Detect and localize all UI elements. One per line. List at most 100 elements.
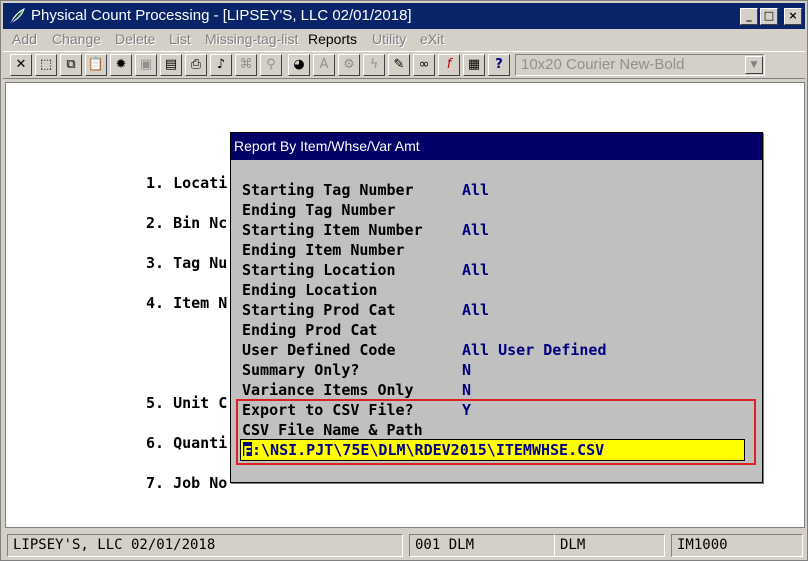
- chevron-down-icon[interactable]: ▼: [745, 56, 763, 74]
- function-button[interactable]: f: [438, 54, 460, 76]
- close-icon: ×: [788, 9, 798, 22]
- print-icon: ⎙: [190, 57, 202, 72]
- document-icon: ▤: [164, 57, 178, 72]
- binoculars-button[interactable]: ⌘: [235, 54, 257, 76]
- menu-change[interactable]: Change: [52, 31, 101, 47]
- paste-icon: 📋: [87, 57, 105, 72]
- select-rect-icon: ⬚: [39, 57, 53, 72]
- lightning-button[interactable]: ϟ: [363, 54, 385, 76]
- close-x-button[interactable]: ✕: [10, 54, 32, 76]
- field-value[interactable]: N: [462, 361, 471, 379]
- document-button[interactable]: ▤: [160, 54, 182, 76]
- field-label: Variance Items Only: [242, 381, 414, 399]
- copy-icon: ⧉: [66, 57, 76, 72]
- application-window: Physical Count Processing - [LIPSEY'S, L…: [0, 0, 808, 561]
- field-label: User Defined Code: [242, 341, 396, 359]
- edit-page-icon: ✎: [393, 57, 405, 72]
- stamp-button[interactable]: ⚙: [338, 54, 360, 76]
- menu-option-4[interactable]: 4. Item N: [146, 294, 227, 312]
- field-label: Summary Only?: [242, 361, 360, 379]
- field-label: Ending Item Number: [242, 241, 405, 259]
- globe-icon: ◕: [293, 57, 305, 72]
- bell-button[interactable]: ♪: [210, 54, 232, 76]
- globe-button[interactable]: ◕: [288, 54, 310, 76]
- field-value[interactable]: N: [462, 381, 471, 399]
- export-csv-label: Export to CSV File?: [242, 401, 414, 419]
- copy-button[interactable]: ⧉: [60, 54, 82, 76]
- csv-path-input[interactable]: F:\NSI.PJT\75E\DLM\RDEV2015\ITEMWHSE.CSV: [240, 439, 745, 461]
- export-csv-value[interactable]: Y: [462, 401, 471, 419]
- csv-path-label: CSV File Name & Path: [242, 421, 423, 439]
- settings-button[interactable]: ✹: [110, 54, 132, 76]
- report-dialog: Report By Item/Whse/Var Amt Starting Tag…: [230, 132, 763, 483]
- menu-exit[interactable]: eXit: [420, 31, 444, 47]
- stamp-icon: ⚙: [343, 57, 355, 72]
- font-selector[interactable]: 10x20 Courier New-Bold ▼: [515, 54, 765, 76]
- csv-path-value: :\NSI.PJT\75E\DLM\RDEV2015\ITEMWHSE.CSV: [252, 441, 605, 459]
- maximize-button[interactable]: □: [760, 8, 778, 25]
- link-button[interactable]: ∞: [413, 54, 435, 76]
- field-label: Starting Item Number: [242, 221, 423, 239]
- menu-list[interactable]: List: [169, 31, 191, 47]
- field-value[interactable]: All: [462, 301, 489, 319]
- menu-option-6[interactable]: 6. Quanti: [146, 434, 227, 452]
- font-a-icon: A: [319, 57, 329, 72]
- menu-option-7[interactable]: 7. Job No: [146, 474, 227, 492]
- minimize-button[interactable]: _: [740, 8, 758, 25]
- binoculars-icon: ⌘: [239, 57, 253, 72]
- feather-app-icon: [10, 8, 25, 24]
- menu-bar: Add Change Delete List Missing-tag-list …: [3, 29, 805, 51]
- status-bar: LIPSEY'S, LLC 02/01/2018 001 DLM DLM IM1…: [3, 530, 807, 560]
- font-selector-value: 10x20 Courier New-Bold: [521, 56, 685, 73]
- title-bar[interactable]: Physical Count Processing - [LIPSEY'S, L…: [3, 3, 805, 29]
- field-label: Starting Tag Number: [242, 181, 414, 199]
- field-label: Ending Location: [242, 281, 378, 299]
- field-value[interactable]: All User Defined: [462, 341, 607, 359]
- field-label: Starting Prod Cat: [242, 301, 396, 319]
- menu-missing-tag-list[interactable]: Missing-tag-list: [205, 31, 298, 47]
- menu-option-2[interactable]: 2. Bin Nc: [146, 214, 227, 232]
- field-label: Starting Location: [242, 261, 396, 279]
- text-cursor: F: [243, 442, 252, 461]
- menu-option-3[interactable]: 3. Tag Nu: [146, 254, 227, 272]
- edit-page-button[interactable]: ✎: [388, 54, 410, 76]
- field-value[interactable]: All: [462, 261, 489, 279]
- link-icon: ∞: [418, 57, 430, 72]
- status-company: LIPSEY'S, LLC 02/01/2018: [7, 534, 403, 557]
- maximize-icon: □: [763, 9, 775, 22]
- field-label: Ending Tag Number: [242, 201, 396, 219]
- menu-reports[interactable]: Reports: [308, 31, 357, 47]
- help-pointer-icon: ?: [495, 57, 503, 72]
- magnifier-icon: ⚲: [266, 57, 276, 72]
- close-x-icon: ✕: [15, 57, 27, 72]
- font-a-button[interactable]: A: [313, 54, 335, 76]
- menu-option-1[interactable]: 1. Locati: [146, 174, 227, 192]
- menu-utility[interactable]: Utility: [372, 31, 406, 47]
- field-label: Ending Prod Cat: [242, 321, 378, 339]
- status-user: 001 DLM: [409, 534, 555, 557]
- paste-button[interactable]: 📋: [85, 54, 107, 76]
- window-title: Physical Count Processing - [LIPSEY'S, L…: [31, 7, 412, 24]
- close-button[interactable]: ×: [784, 8, 802, 25]
- field-value[interactable]: All: [462, 181, 489, 199]
- calculator-icon: ▦: [467, 57, 481, 72]
- properties-button[interactable]: ▣: [135, 54, 157, 76]
- magnifier-button[interactable]: ⚲: [260, 54, 282, 76]
- menu-add[interactable]: Add: [12, 31, 37, 47]
- calculator-button[interactable]: ▦: [463, 54, 485, 76]
- menu-delete[interactable]: Delete: [115, 31, 155, 47]
- minimize-icon: _: [746, 9, 752, 22]
- menu-option-5[interactable]: 5. Unit C: [146, 394, 227, 412]
- bell-icon: ♪: [216, 57, 226, 72]
- toolbar: ✕ ⬚ ⧉ 📋 ✹ ▣ ▤ ⎙ ♪ ⌘ ⚲ ◕ A ⚙ ϟ ✎ ∞ f ▦ ? …: [3, 51, 805, 79]
- help-pointer-button[interactable]: ?: [488, 54, 510, 76]
- properties-icon: ▣: [139, 57, 153, 72]
- status-module: IM1000: [671, 534, 803, 557]
- field-value[interactable]: All: [462, 221, 489, 239]
- lightning-icon: ϟ: [369, 57, 379, 72]
- status-user-short: DLM: [555, 534, 665, 557]
- select-rect-button[interactable]: ⬚: [35, 54, 57, 76]
- print-button[interactable]: ⎙: [185, 54, 207, 76]
- settings-gear-icon: ✹: [115, 57, 127, 72]
- dialog-title: Report By Item/Whse/Var Amt: [231, 133, 762, 160]
